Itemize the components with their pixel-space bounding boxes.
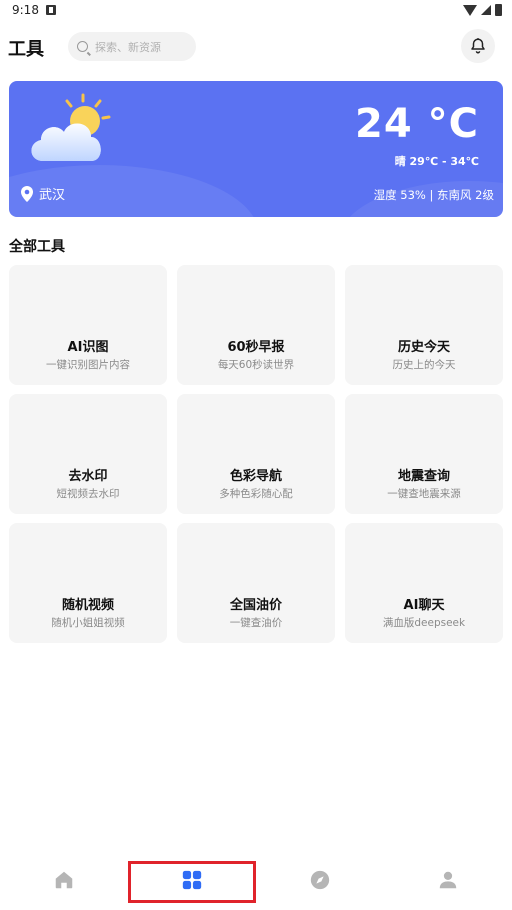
header: 工具 探索、新资源: [0, 28, 512, 66]
tool-desc: 一键查油价: [229, 617, 283, 629]
status-time: 9:18: [12, 3, 39, 17]
weather-card[interactable]: 24 °C 晴 29℃ - 34℃ 武汉 湿度 53% | 东南风 2级: [9, 81, 503, 217]
city-name: 武汉: [39, 188, 66, 203]
nav-tools[interactable]: [128, 860, 256, 900]
tool-name: 随机视频: [61, 598, 114, 613]
cellular-icon: [481, 5, 491, 15]
section-title: 全部工具: [9, 239, 65, 255]
tool-name: 色彩导航: [229, 469, 282, 484]
tool-name: 历史今天: [397, 340, 450, 355]
tool-card-color-nav[interactable]: 色彩导航 多种色彩随心配: [177, 394, 335, 514]
nav-profile[interactable]: [384, 860, 512, 900]
notification-button[interactable]: [461, 29, 495, 63]
tool-name: 地震查询: [397, 469, 450, 484]
tool-desc: 一键识别图片内容: [46, 359, 130, 371]
wifi-icon: [463, 4, 477, 16]
tool-card-oil-price[interactable]: 全国油价 一键查油价: [177, 523, 335, 643]
weather-details: 湿度 53% | 东南风 2级: [373, 188, 494, 202]
tool-name: AI识图: [67, 340, 109, 355]
tool-desc: 短视频去水印: [56, 488, 120, 500]
temperature-range: 晴 29℃ - 34℃: [394, 155, 479, 168]
battery-icon: [495, 4, 502, 16]
status-bar: 9:18: [0, 0, 512, 22]
nav-discover[interactable]: [256, 860, 384, 900]
nav-home[interactable]: [0, 860, 128, 900]
tool-name: 去水印: [68, 469, 108, 484]
tool-desc: 满血版deepseek: [382, 617, 466, 629]
tool-card-random-video[interactable]: 随机视频 随机小姐姐视频: [9, 523, 167, 643]
tool-card-ai-image[interactable]: AI识图 一键识别图片内容: [9, 265, 167, 385]
tool-card-ai-chat[interactable]: AI聊天 满血版deepseek: [345, 523, 503, 643]
bell-icon: [471, 38, 485, 54]
search-placeholder: 探索、新资源: [95, 40, 161, 54]
notification-icon: [46, 5, 56, 15]
search-input[interactable]: 探索、新资源: [68, 32, 196, 61]
bottom-nav: [0, 850, 512, 910]
search-icon: [77, 41, 88, 52]
tool-name: 全国油价: [229, 598, 282, 613]
tool-desc: 多种色彩随心配: [219, 488, 293, 500]
tool-card-60s-news[interactable]: 60秒早报 每天60秒读世界: [177, 265, 335, 385]
location: 武汉: [21, 184, 65, 203]
tool-card-earthquake[interactable]: 地震查询 一键查地震来源: [345, 394, 503, 514]
tool-desc: 历史上的今天: [392, 359, 456, 371]
temperature: 24 °C: [355, 101, 479, 147]
grid-icon: [182, 870, 202, 890]
tool-desc: 随机小姐姐视频: [51, 617, 125, 629]
tool-name: 60秒早报: [227, 340, 285, 355]
tool-card-history-today[interactable]: 历史今天 历史上的今天: [345, 265, 503, 385]
user-icon: [439, 871, 457, 889]
page-title: 工具: [8, 39, 44, 60]
compass-icon: [310, 870, 330, 890]
tool-name: AI聊天: [403, 598, 445, 613]
status-icons: [463, 4, 502, 16]
tool-desc: 每天60秒读世界: [217, 359, 295, 371]
home-icon: [55, 871, 73, 889]
tool-card-remove-watermark[interactable]: 去水印 短视频去水印: [9, 394, 167, 514]
location-pin-icon: [21, 185, 33, 202]
sunny-cloud-icon: [31, 93, 111, 161]
tool-desc: 一键查地震来源: [387, 488, 461, 500]
